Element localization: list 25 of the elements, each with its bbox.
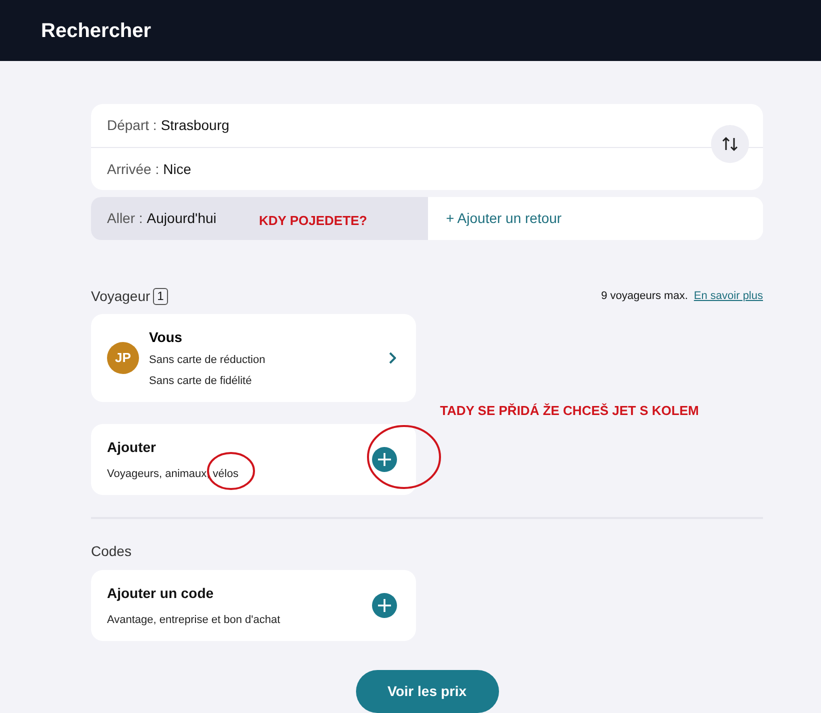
add-button[interactable] bbox=[372, 447, 397, 472]
section-heading: Codes bbox=[91, 542, 132, 561]
add-button[interactable] bbox=[372, 593, 397, 618]
plus-icon bbox=[378, 599, 391, 612]
chevron-right-icon bbox=[388, 352, 396, 364]
page-title: Rechercher bbox=[41, 18, 152, 42]
avatar: JP bbox=[107, 342, 139, 374]
departure-field[interactable]: Départ : Strasbourg bbox=[91, 104, 763, 147]
section-heading: Voyageur bbox=[91, 286, 150, 306]
plus-icon bbox=[378, 453, 391, 466]
see-prices-button[interactable]: Voir les prix bbox=[356, 670, 498, 713]
annotation-text: TADY SE PŘIDÁ ŽE CHCEŠ JET S KOLEM bbox=[440, 402, 699, 420]
passenger-detail: Sans carte de fidélité bbox=[149, 374, 253, 388]
annotation-text: KDY POJEDETE? bbox=[259, 212, 368, 230]
passenger-detail: Sans carte de réduction bbox=[149, 353, 266, 368]
traveler-count: 1 bbox=[153, 288, 168, 304]
max-travelers-note: 9 voyageurs max. bbox=[601, 288, 688, 304]
passenger-card[interactable]: JP Vous Sans carte de réduction Sans carte de fidélité bbox=[91, 314, 416, 402]
card-title: Ajouter bbox=[107, 438, 157, 457]
passenger-name: Vous bbox=[149, 328, 184, 347]
learn-more-link[interactable]: En savoir plus bbox=[694, 288, 763, 304]
card-title: Ajouter un code bbox=[107, 584, 215, 603]
swap-button[interactable] bbox=[711, 125, 749, 163]
card-subtitle: Avantage, entreprise et bon d'achat bbox=[107, 612, 282, 628]
swap-icon bbox=[722, 136, 738, 152]
